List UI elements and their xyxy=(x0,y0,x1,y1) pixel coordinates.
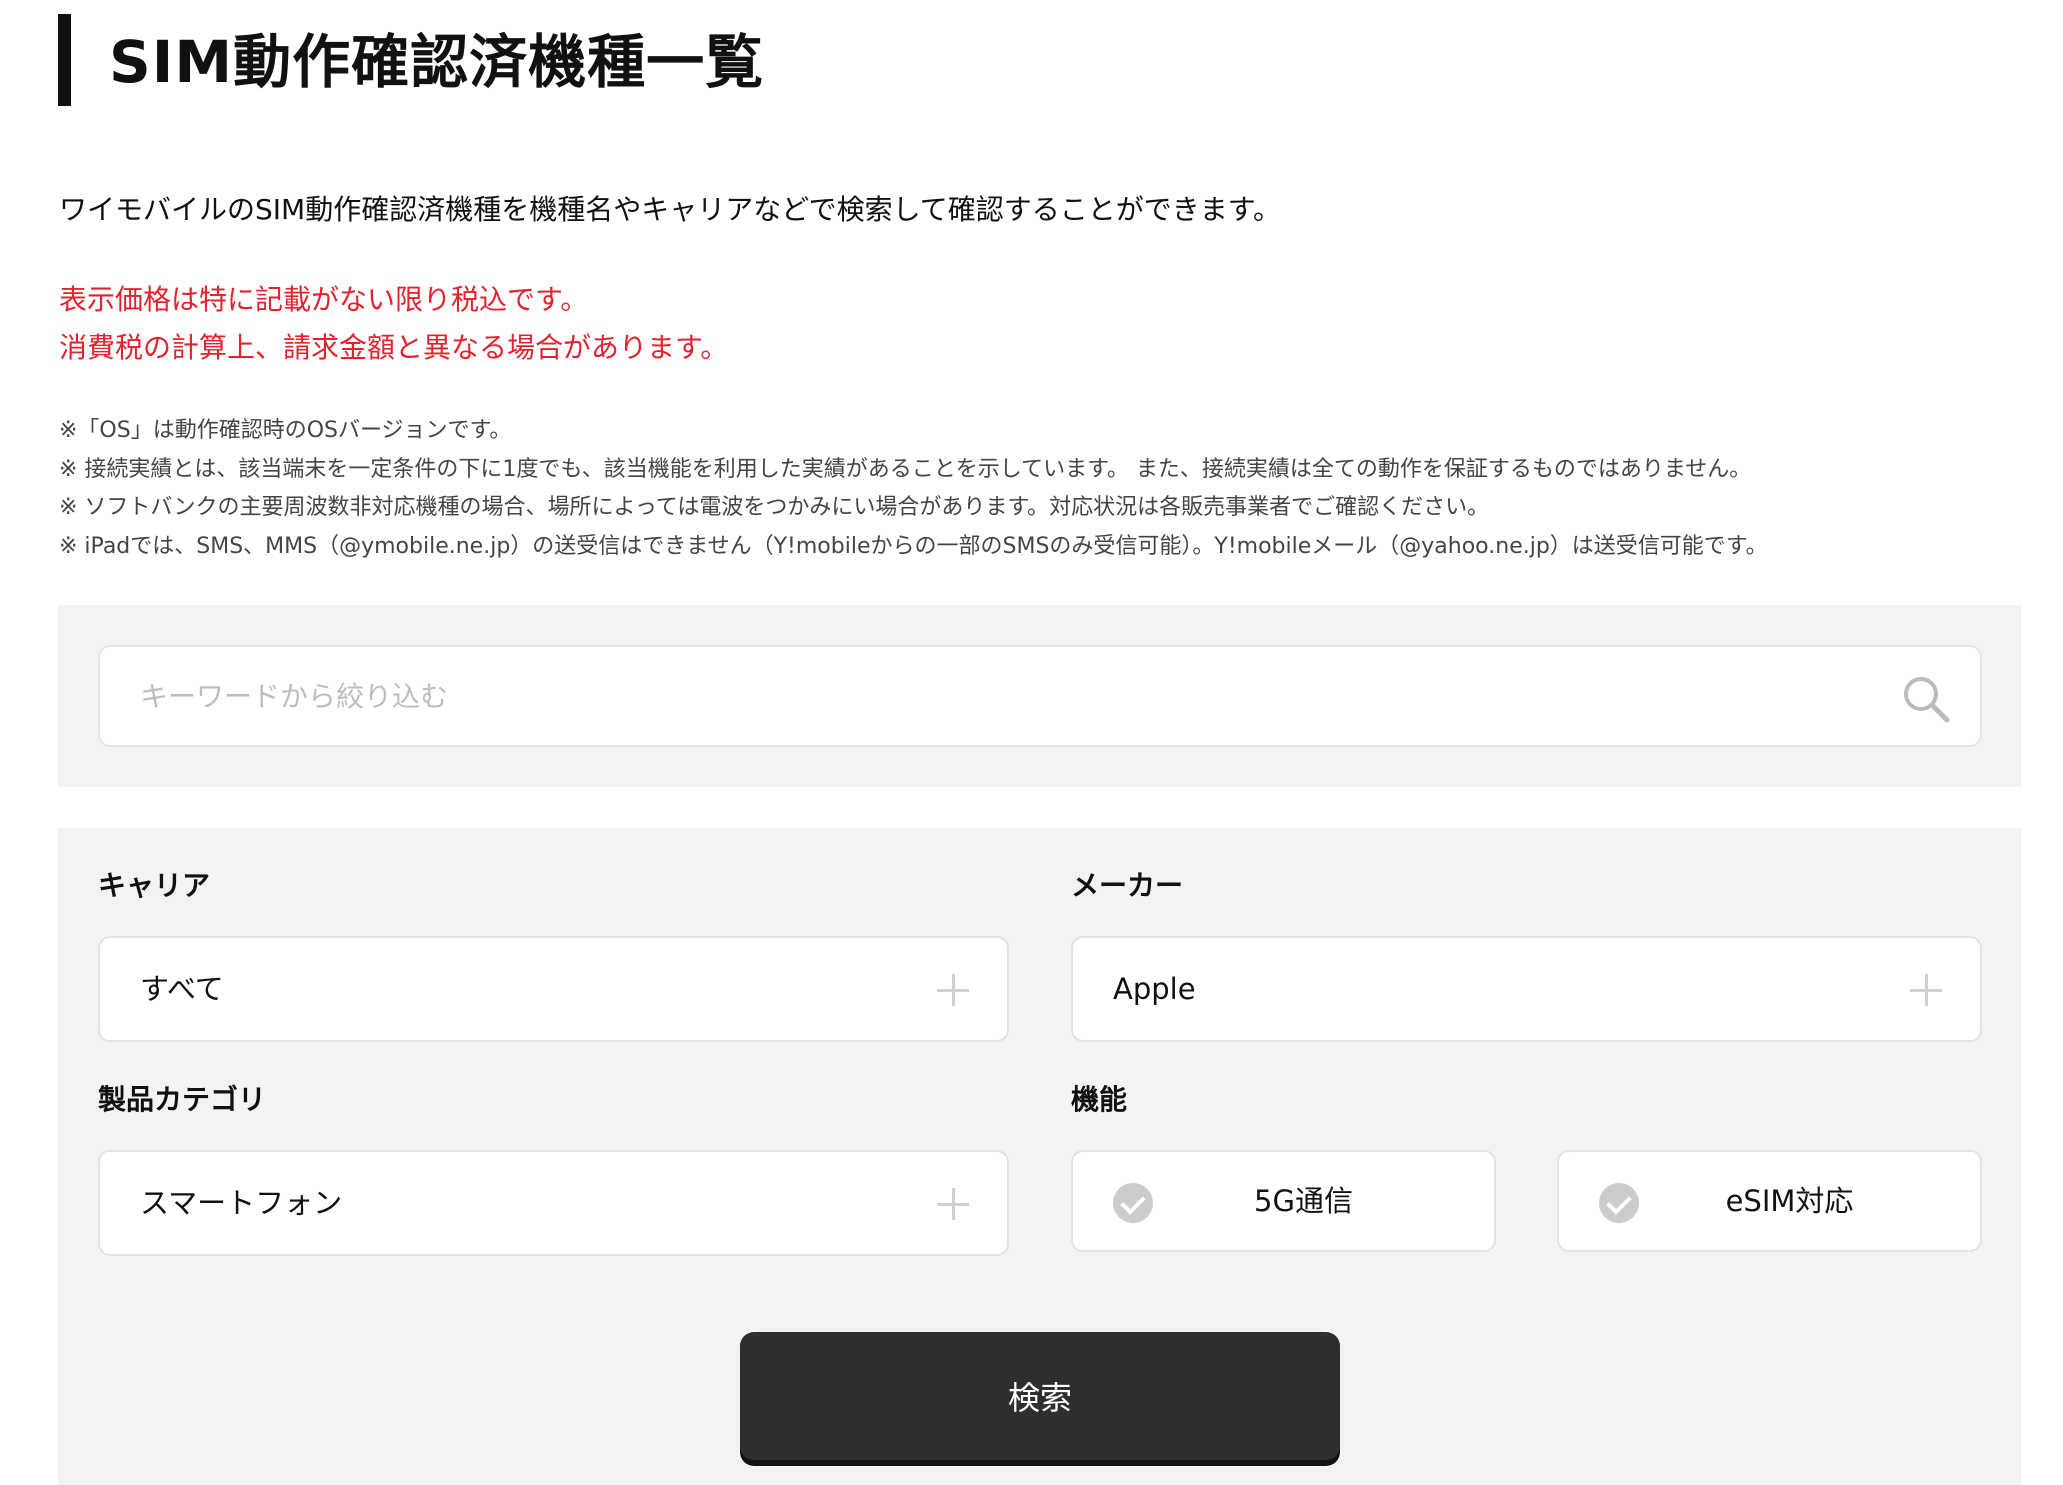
features-label: 機能 xyxy=(1071,1083,1128,1116)
maker-select-value: Apple xyxy=(1113,972,1196,1006)
search-field[interactable] xyxy=(98,645,1982,747)
maker-label: メーカー xyxy=(1071,869,1184,902)
search-submit-button[interactable]: 検索 xyxy=(740,1332,1340,1460)
plus-icon xyxy=(1910,974,1942,1006)
tax-notice: 表示価格は特に記載がない限り税込です。 消費税の計算上、請求金額と異なる場合があ… xyxy=(59,276,728,372)
intro-text: ワイモバイルのSIM動作確認済機種を機種名やキャリアなどで検索して確認することが… xyxy=(59,193,1281,226)
check-circle-icon xyxy=(1599,1183,1639,1223)
search-input[interactable] xyxy=(100,647,1980,745)
check-circle-icon xyxy=(1113,1183,1153,1223)
category-select[interactable]: スマートフォン xyxy=(98,1150,1009,1256)
maker-select[interactable]: Apple xyxy=(1071,936,1982,1042)
feature-toggle-label: eSIM対応 xyxy=(1725,1184,1854,1218)
note-item: ※ iPadでは、SMS、MMS（@ymobile.ne.jp）の送受信はできま… xyxy=(59,533,1768,559)
notes-list: ※「OS」は動作確認時のOSバージョンです。 ※ 接続実績とは、該当端末を一定条… xyxy=(59,412,1768,566)
carrier-select[interactable]: すべて xyxy=(98,936,1009,1042)
note-item: ※ ソフトバンクの主要周波数非対応機種の場合、場所によっては電波をつかみにい場合… xyxy=(59,495,1490,520)
sim-device-list-page: SIM動作確認済機種一覧 ワイモバイルのSIM動作確認済機種を機種名やキャリアな… xyxy=(0,0,2063,1485)
feature-toggle-5g[interactable]: 5G通信 xyxy=(1071,1150,1496,1252)
keyword-search-panel xyxy=(58,605,2021,787)
category-label: 製品カテゴリ xyxy=(98,1083,267,1116)
note-item: ※「OS」は動作確認時のOSバージョンです。 xyxy=(59,418,512,443)
carrier-select-value: すべて xyxy=(140,972,224,1006)
note-item: ※ 接続実績とは、該当端末を一定条件の下に1度でも、該当機能を利用した実績がある… xyxy=(59,456,1752,482)
title-accent-bar xyxy=(58,14,71,106)
plus-icon xyxy=(937,1188,969,1220)
page-title: SIM動作確認済機種一覧 xyxy=(109,28,765,96)
category-select-value: スマートフォン xyxy=(140,1186,343,1220)
carrier-label: キャリア xyxy=(98,869,211,902)
feature-toggle-esim[interactable]: eSIM対応 xyxy=(1557,1150,1982,1252)
feature-toggle-label: 5G通信 xyxy=(1254,1184,1353,1218)
search-icon[interactable] xyxy=(1900,673,1952,725)
plus-icon xyxy=(937,974,969,1006)
tax-notice-line-1: 表示価格は特に記載がない限り税込です。 xyxy=(59,283,589,316)
tax-notice-line-2: 消費税の計算上、請求金額と異なる場合があります。 xyxy=(59,331,729,364)
